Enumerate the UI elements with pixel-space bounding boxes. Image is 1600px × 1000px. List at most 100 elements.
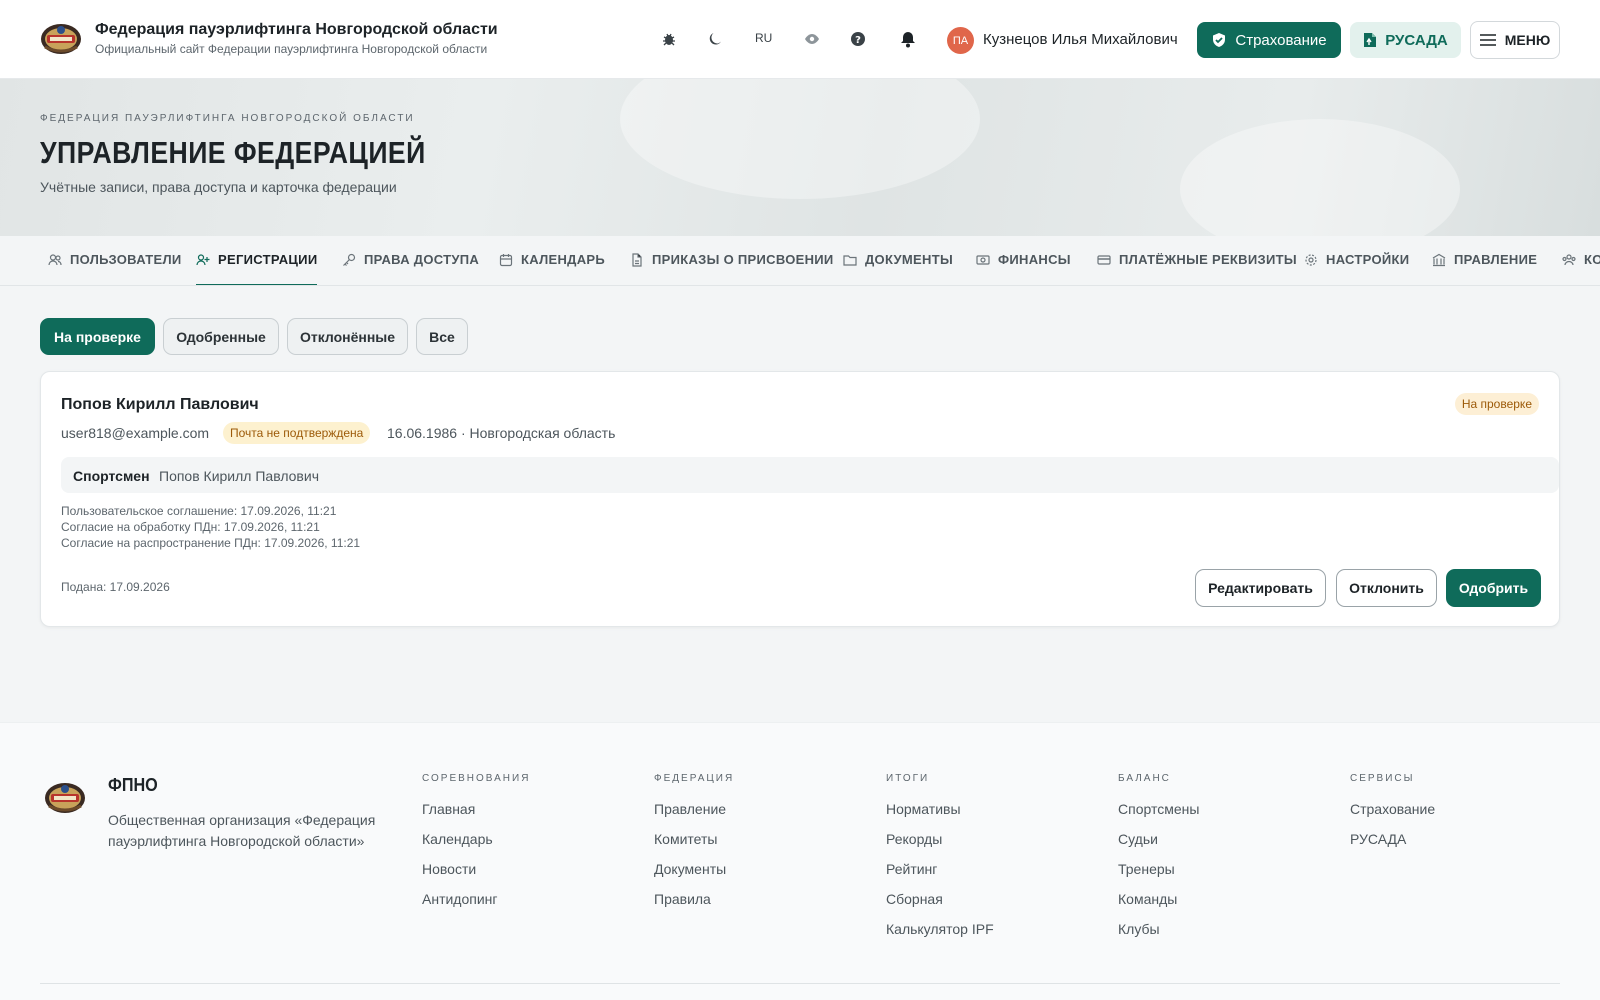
insurance-label: Страхование (1235, 31, 1327, 49)
users-icon (48, 253, 62, 267)
footer-link[interactable]: Судьи (1118, 831, 1199, 861)
footer-column-title: ИТОГИ (886, 773, 930, 784)
approve-button[interactable]: Одобрить (1446, 569, 1541, 607)
reject-button[interactable]: Отклонить (1336, 569, 1437, 607)
eye-icon[interactable] (801, 28, 823, 50)
bug-icon[interactable] (658, 28, 680, 50)
footer-link[interactable]: Главная (422, 801, 530, 831)
footer-link[interactable]: Калькулятор IPF (886, 921, 994, 951)
footer-link[interactable]: Клубы (1118, 921, 1199, 951)
footer-column-title: БАЛАНС (1118, 773, 1171, 784)
edit-button[interactable]: Редактировать (1195, 569, 1326, 607)
user-name[interactable]: Кузнецов Илья Михайлович (983, 31, 1178, 48)
footer-link[interactable]: Спортсмены (1118, 801, 1199, 831)
page-title: УПРАВЛЕНИЕ ФЕДЕРАЦИЕЙ (40, 135, 426, 170)
filed-date: Подана: 17.09.2026 (61, 580, 170, 594)
filter-approved[interactable]: Одобренные (163, 318, 279, 355)
site-title[interactable]: Федерация пауэрлифтинга Новгородской обл… (95, 21, 498, 39)
footer-link[interactable]: Правление (654, 801, 734, 831)
footer-link[interactable]: Страхование (1350, 801, 1435, 831)
tab-access-rights[interactable]: ПРАВА ДОСТУПА (342, 252, 480, 285)
footer-link[interactable]: Документы (654, 861, 734, 891)
footer-column-federation: ФЕДЕРАЦИЯ Правление Комитеты Документы П… (654, 773, 734, 921)
tab-finance[interactable]: ФИНАНСЫ (976, 252, 1071, 285)
page-subtitle: Учётные записи, права доступа и карточка… (40, 179, 397, 195)
applicant-name: Попов Кирилл Павлович (61, 396, 259, 413)
file-icon (630, 253, 644, 267)
site-subtitle: Официальный сайт Федерации пауэрлифтинга… (95, 42, 488, 56)
avatar[interactable]: ПА (947, 27, 974, 54)
tab-documents[interactable]: ДОКУМЕНТЫ (843, 252, 953, 285)
tab-label: РЕГИСТРАЦИИ (218, 252, 318, 267)
footer-link[interactable]: Рейтинг (886, 861, 994, 891)
shield-icon (1211, 32, 1227, 48)
building-icon (1432, 253, 1446, 267)
tab-label: ФИНАНСЫ (998, 252, 1071, 267)
tab-label: КАЛЕНДАРЬ (521, 252, 606, 267)
card-icon (1097, 253, 1111, 267)
top-header: Федерация пауэрлифтинга Новгородской обл… (0, 0, 1600, 79)
footer-link[interactable]: Рекорды (886, 831, 994, 861)
footer-link[interactable]: Антидопинг (422, 891, 530, 921)
footer-link[interactable]: Нормативы (886, 801, 994, 831)
footer-link[interactable]: Сборная (886, 891, 994, 921)
tab-label: ПРАВА ДОСТУПА (364, 252, 480, 267)
tab-users[interactable]: ПОЛЬЗОВАТЕЛИ (48, 252, 182, 285)
consent-distribution: Согласие на распространение ПДн: 17.09.2… (61, 536, 361, 550)
committee-icon (1562, 253, 1576, 267)
help-icon[interactable]: ? (847, 28, 869, 50)
tab-payment-details[interactable]: ПЛАТЁЖНЫЕ РЕКВИЗИТЫ (1097, 252, 1297, 285)
footer-column-balance: БАЛАНС Спортсмены Судьи Тренеры Команды … (1118, 773, 1199, 951)
filter-rejected[interactable]: Отклонённые (287, 318, 408, 355)
footer: ФПНО Общественная организация «Федерация… (0, 722, 1600, 1000)
filter-all[interactable]: Все (416, 318, 468, 355)
folder-icon (843, 253, 857, 267)
status-badge: На проверке (1454, 393, 1539, 415)
tab-label: НАСТРОЙКИ (1326, 252, 1410, 267)
footer-link[interactable]: Комитеты (654, 831, 734, 861)
menu-label: МЕНЮ (1504, 32, 1551, 48)
applicant-email: user818@example.com (61, 425, 210, 441)
footer-column-title: СЕРВИСЫ (1350, 773, 1415, 784)
tab-orders[interactable]: ПРИКАЗЫ О ПРИСВОЕНИИ (630, 252, 834, 285)
tab-registrations[interactable]: РЕГИСТРАЦИИ (196, 252, 318, 285)
footer-column-title: СОРЕВНОВАНИЯ (422, 773, 531, 784)
rusada-label: РУСАДА (1385, 31, 1448, 49)
money-icon (976, 253, 990, 267)
footer-column-services: СЕРВИСЫ Страхование РУСАДА (1350, 773, 1435, 861)
filter-pending[interactable]: На проверке (40, 318, 155, 355)
role-label: Спортсмен (73, 468, 150, 484)
moon-icon[interactable] (704, 28, 726, 50)
footer-link[interactable]: Новости (422, 861, 530, 891)
svg-text:?: ? (855, 35, 861, 46)
tab-label: ПРАВЛЕНИЕ (1454, 252, 1538, 267)
registration-card: Попов Кирилл Павлович На проверке user81… (40, 371, 1560, 627)
menu-button[interactable]: МЕНЮ (1470, 21, 1560, 59)
gear-icon (1304, 253, 1318, 267)
tab-label: ПОЛЬЗОВАТЕЛИ (70, 252, 182, 267)
role-block: Спортсмен Попов Кирилл Павлович (61, 457, 1559, 493)
footer-column-title: ФЕДЕРАЦИЯ (654, 773, 735, 784)
hero-kicker: ФЕДЕРАЦИЯ ПАУЭРЛИФТИНГА НОВГОРОДСКОЙ ОБЛ… (40, 113, 415, 124)
federation-logo[interactable] (40, 20, 82, 58)
footer-link[interactable]: Тренеры (1118, 861, 1199, 891)
insurance-button[interactable]: Страхование (1197, 22, 1341, 58)
language-switch[interactable]: RU (755, 31, 772, 45)
hero-decoration (1180, 119, 1460, 236)
tab-board[interactable]: ПРАВЛЕНИЕ (1432, 252, 1538, 285)
calendar-icon (499, 253, 513, 267)
key-icon (342, 253, 356, 267)
footer-link[interactable]: Календарь (422, 831, 530, 861)
tab-label: ДОКУМЕНТЫ (865, 252, 953, 267)
rusada-button[interactable]: РУСАДА (1350, 22, 1461, 58)
footer-link[interactable]: Команды (1118, 891, 1199, 921)
footer-link[interactable]: Правила (654, 891, 734, 921)
bell-icon[interactable] (897, 28, 919, 50)
tab-settings[interactable]: НАСТРОЙКИ (1304, 252, 1410, 285)
tab-committees[interactable]: КО (1562, 252, 1600, 285)
footer-column-results: ИТОГИ Нормативы Рекорды Рейтинг Сборная … (886, 773, 994, 951)
footer-brand: ФПНО (108, 775, 158, 795)
footer-logo[interactable] (40, 779, 90, 817)
footer-link[interactable]: РУСАДА (1350, 831, 1435, 861)
tab-calendar[interactable]: КАЛЕНДАРЬ (499, 252, 606, 285)
